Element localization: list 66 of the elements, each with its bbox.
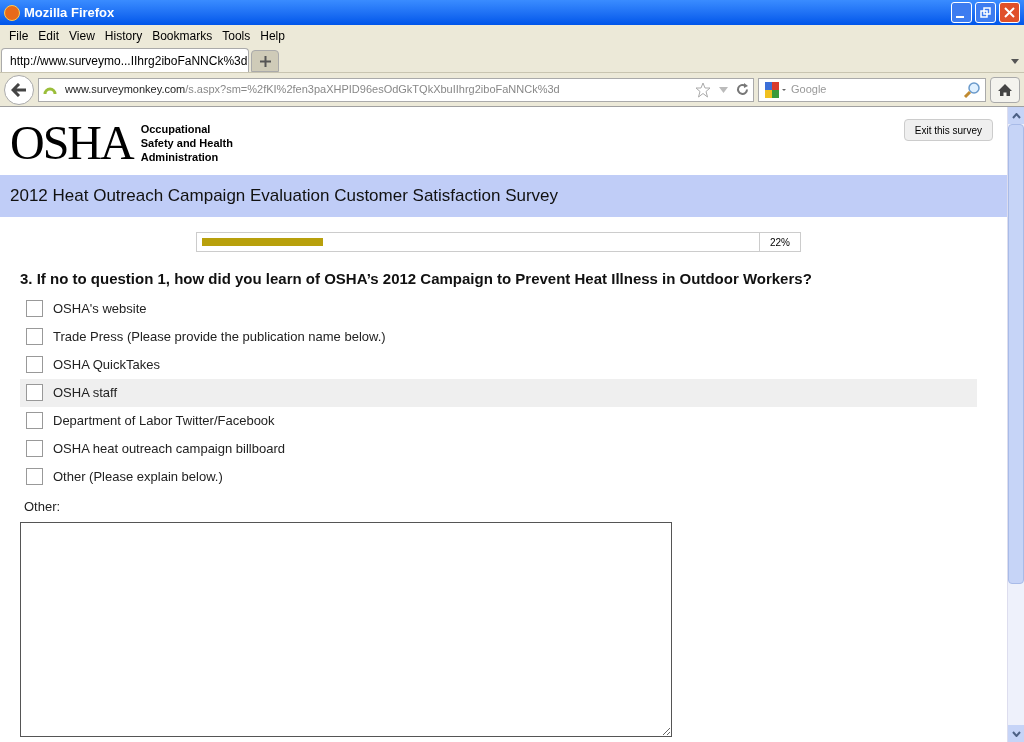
back-button[interactable]: [4, 74, 34, 105]
search-input[interactable]: Google: [791, 81, 959, 98]
close-button[interactable]: [999, 2, 1020, 23]
progress-reading: 22%: [760, 232, 801, 252]
option-row[interactable]: OSHA's website: [20, 294, 977, 323]
option-row[interactable]: Trade Press (Please provide the publication name below.): [20, 322, 977, 351]
up-caret-icon: [1011, 112, 1021, 119]
minimize-button[interactable]: [951, 2, 972, 23]
option-label: OSHA's website: [53, 299, 147, 318]
option-label: OSHA staff: [53, 383, 118, 402]
restore-button[interactable]: [975, 2, 996, 23]
checkbox[interactable]: [26, 440, 43, 457]
star-icon[interactable]: [695, 81, 711, 98]
scroll-down-button[interactable]: [1008, 725, 1024, 742]
menu-item[interactable]: Help: [255, 26, 290, 45]
checkbox[interactable]: [26, 412, 43, 429]
menu-item[interactable]: Edit: [33, 26, 65, 45]
other-label: Other:: [24, 497, 62, 516]
search-engine-icon[interactable]: [763, 80, 787, 99]
search-icon[interactable]: [963, 80, 981, 99]
checkbox[interactable]: [26, 328, 43, 345]
restore-icon: [980, 7, 991, 18]
option-label: Trade Press (Please provide the publication name below.): [53, 327, 386, 346]
checkbox[interactable]: [26, 468, 43, 485]
home-icon: [997, 82, 1013, 97]
plus-icon: [259, 55, 271, 67]
tab-title: http://www.surveymo...IIhrg2iboFaNNCk%3d: [10, 52, 248, 70]
menu-item[interactable]: History: [99, 26, 148, 45]
close-icon: [1004, 7, 1015, 18]
menu-item[interactable]: View: [64, 26, 100, 45]
option-row[interactable]: Other (Please explain below.): [20, 462, 977, 491]
scroll-thumb[interactable]: [1008, 124, 1024, 584]
question-text: 3. If no to question 1, how did you learn of OSHA’s 2012 Campaign to Prevent Heat Illness in Outdoor Workers?: [20, 269, 813, 289]
option-row[interactable]: OSHA QuickTakes: [20, 350, 977, 379]
option-row[interactable]: Department of Labor Twitter/Facebook: [20, 406, 977, 435]
down-caret-icon: [1011, 730, 1021, 737]
home-button[interactable]: [990, 76, 1020, 103]
option-label: OSHA QuickTakes: [53, 355, 160, 374]
checkbox[interactable]: [26, 384, 43, 401]
new-tab-button[interactable]: [251, 50, 279, 72]
logo-subtitle: Occupational Safety and Health Administration: [140, 122, 233, 164]
option-row[interactable]: OSHA heat outreach campaign billboard: [20, 434, 977, 463]
menu-item[interactable]: File: [4, 26, 34, 45]
option-row[interactable]: OSHA staff: [20, 378, 977, 407]
url-text: www.surveymonkey.com/s.aspx?sm=%2fKI%2fen3paXHPID96esOdGkTQkXbuIIhrg2iboFaNNCk%3d: [65, 82, 560, 98]
survey-title: 2012 Heat Outreach Campaign Evaluation Customer Satisfaction Survey: [10, 185, 559, 208]
search-field[interactable]: Google: [758, 77, 986, 102]
browser-globe-icon: [4, 4, 20, 21]
logo-wordmark: OSHA: [10, 119, 133, 167]
back-arrow-icon: [11, 82, 27, 97]
browser-tab[interactable]: http://www.surveymo...IIhrg2iboFaNNCk%3d: [1, 48, 249, 72]
window-title: Mozilla Firefox: [24, 3, 115, 22]
scrollbar[interactable]: [1007, 107, 1024, 742]
option-label: Other (Please explain below.): [53, 467, 223, 486]
exit-survey-button[interactable]: Exit this survey: [903, 119, 993, 141]
checkbox[interactable]: [26, 300, 43, 317]
menu-item[interactable]: Tools: [217, 26, 256, 45]
option-label: Department of Labor Twitter/Facebook: [53, 411, 275, 430]
menu-item[interactable]: Bookmarks: [147, 26, 218, 45]
reload-icon[interactable]: [736, 83, 749, 96]
dropdown-caret-icon[interactable]: [1011, 59, 1019, 64]
scroll-up-button[interactable]: [1008, 107, 1024, 124]
address-bar[interactable]: www.surveymonkey.com/s.aspx?sm=%2fKI%2fen3paXHPID96esOdGkTQkXbuIIhrg2iboFaNNCk%3d: [38, 77, 754, 102]
option-label: OSHA heat outreach campaign billboard: [53, 439, 285, 458]
checkbox[interactable]: [26, 356, 43, 373]
minimize-icon: [956, 15, 967, 18]
